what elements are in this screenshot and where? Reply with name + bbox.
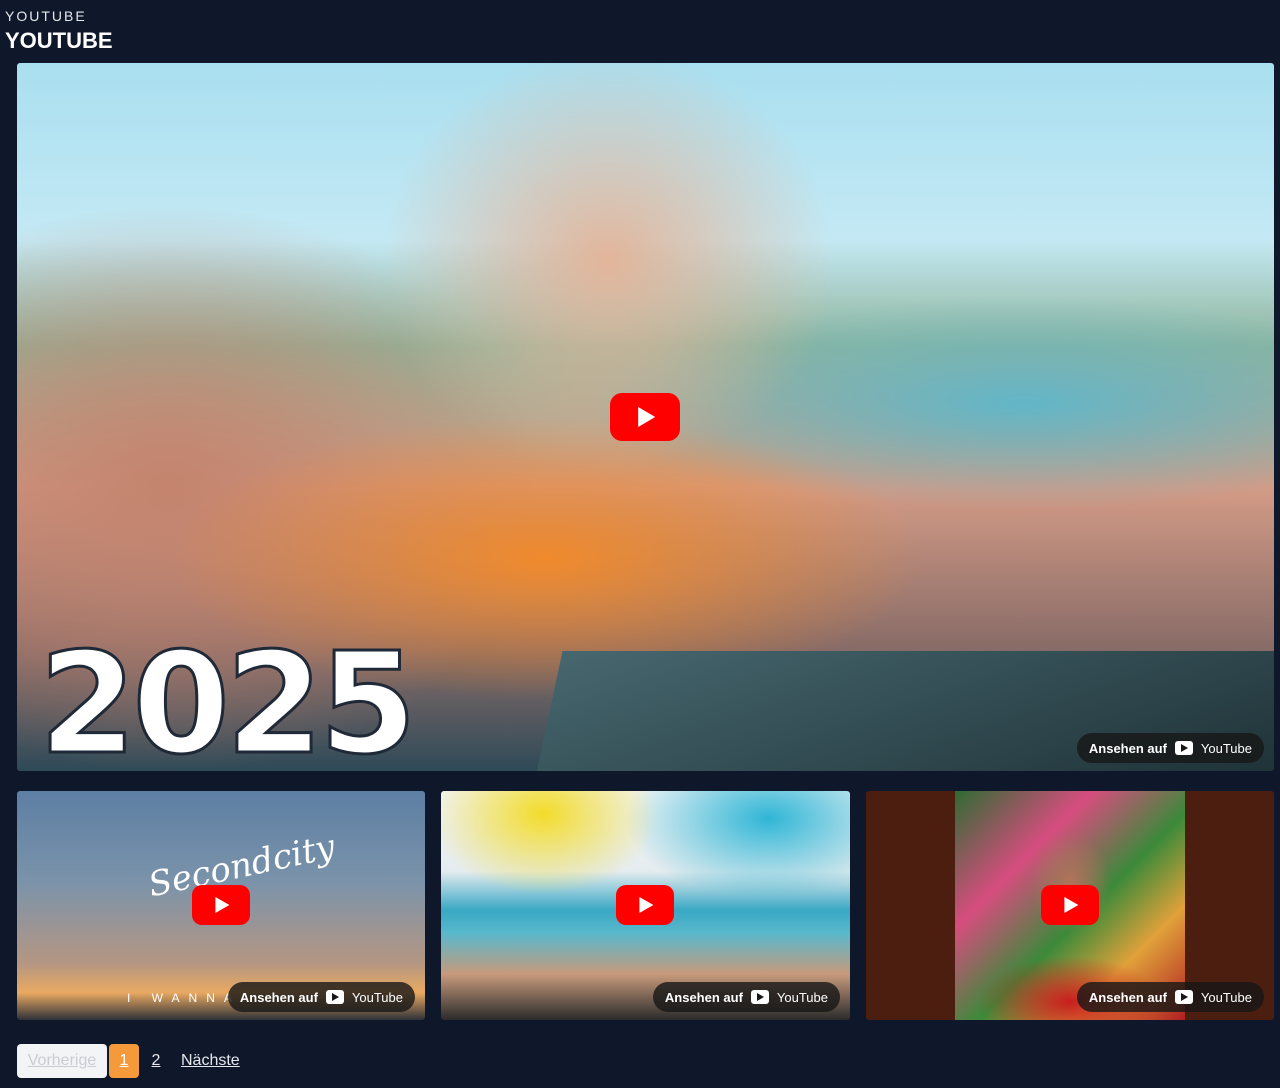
thumbnail-1-watch-on-youtube-link[interactable]: Ansehen auf YouTube — [227, 982, 415, 1012]
youtube-logo-icon — [325, 990, 344, 1004]
youtube-gallery-page: YOUTUBE YOUTUBE 2025 Ansehen auf YouTube… — [0, 0, 1280, 1088]
thumbnail-3-watch-on-youtube-link[interactable]: Ansehen auf YouTube — [1076, 982, 1264, 1012]
pagination-prev-button[interactable]: Vorherige — [17, 1044, 107, 1078]
watch-brand: YouTube — [776, 989, 828, 1005]
play-icon — [1064, 897, 1079, 913]
thumbnail-overlay-caption: I WANNA — [127, 991, 241, 1005]
youtube-logo-icon — [750, 990, 769, 1004]
play-icon — [638, 407, 656, 427]
video-overlay-year: 2025 — [38, 622, 419, 772]
featured-watch-on-youtube-link[interactable]: Ansehen auf YouTube — [1076, 733, 1264, 763]
thumbnail-2-watch-on-youtube-link[interactable]: Ansehen auf YouTube — [652, 982, 840, 1012]
pagination-next-button[interactable]: Nächste — [175, 1044, 246, 1078]
thumbnail-3-play-button[interactable] — [1041, 885, 1099, 925]
thumbnail-2-play-button[interactable] — [616, 885, 674, 925]
pagination-page-2[interactable]: 2 — [141, 1044, 171, 1078]
watch-label: Ansehen auf — [1088, 989, 1167, 1005]
watch-label: Ansehen auf — [239, 989, 318, 1005]
section-overline: YOUTUBE — [5, 8, 87, 24]
youtube-logo-icon — [1174, 741, 1193, 755]
video-thumbnail-2[interactable]: Ansehen auf YouTube — [441, 791, 850, 1020]
featured-video-player[interactable]: 2025 Ansehen auf YouTube — [17, 63, 1274, 771]
watch-brand: YouTube — [1200, 989, 1252, 1005]
thumbnail-1-play-button[interactable] — [192, 885, 250, 925]
watch-brand: YouTube — [1200, 740, 1252, 756]
page-title: YOUTUBE — [5, 28, 113, 53]
video-thumbnail-3[interactable]: Ansehen auf YouTube — [866, 791, 1274, 1020]
pagination-page-1[interactable]: 1 — [109, 1044, 139, 1078]
watch-label: Ansehen auf — [1088, 740, 1167, 756]
video-thumbnail-1[interactable]: Secondcity I WANNA Ansehen auf YouTube — [17, 791, 425, 1020]
play-icon — [639, 897, 654, 913]
featured-play-button[interactable] — [610, 393, 680, 441]
watch-brand: YouTube — [351, 989, 403, 1005]
watch-label: Ansehen auf — [664, 989, 743, 1005]
play-icon — [215, 897, 230, 913]
youtube-logo-icon — [1174, 990, 1193, 1004]
pagination: Vorherige 1 2 Nächste — [17, 1044, 246, 1078]
